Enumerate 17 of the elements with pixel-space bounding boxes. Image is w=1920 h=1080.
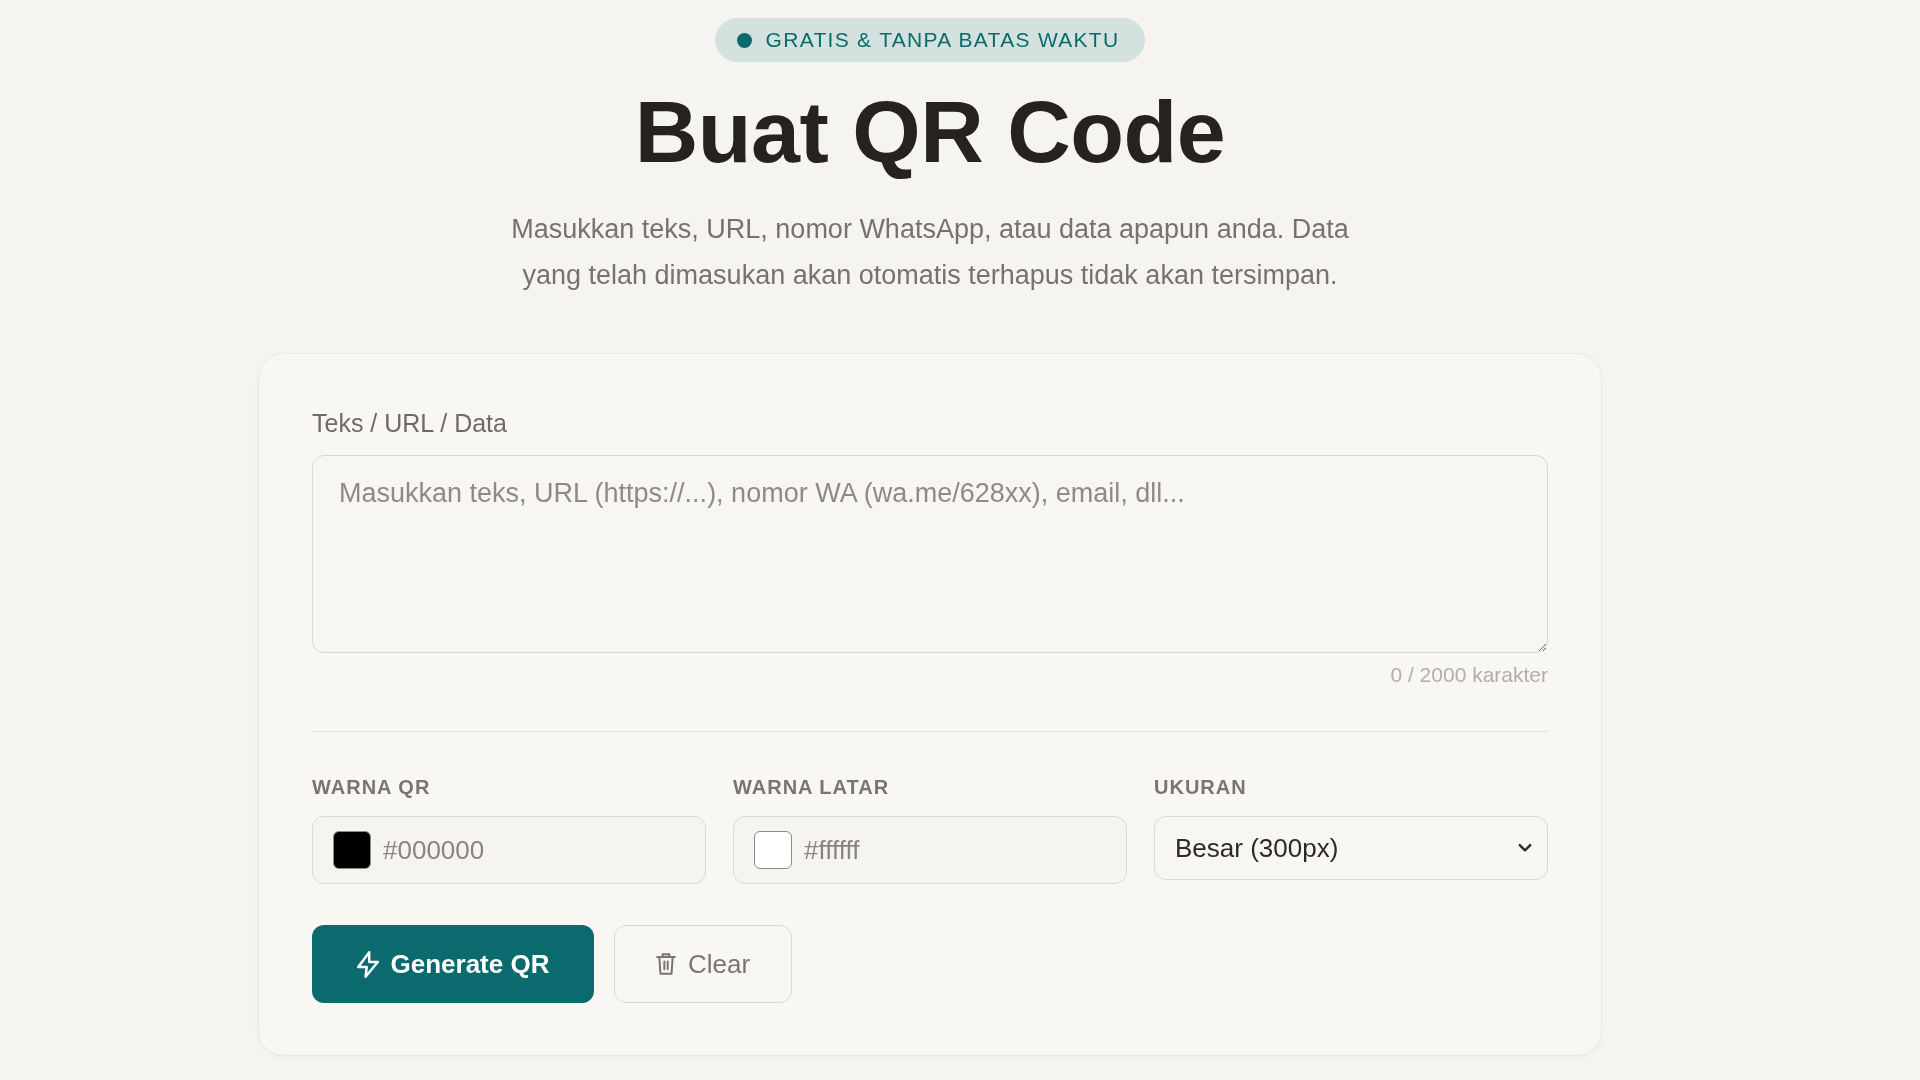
dot-icon: [736, 32, 752, 48]
page-description: Masukkan teks, URL, nomor WhatsApp, atau data apapun anda. Data yang telah dimasukan akan otomatis terhapus tidak akan tersimpan.: [510, 213, 1350, 292]
chevron-icon: [1518, 843, 1532, 853]
color-input[interactable]: #ffffff: [733, 816, 1127, 884]
badge-text: GRATIS & TANPA BATAS WAKTU: [765, 28, 1120, 52]
text-input-field[interactable]: Masukkan teks, URL (https://...), nomor WA (wa.me/628xx), email, dll...: [312, 455, 1548, 653]
option-label: WARNA QR: [312, 775, 431, 800]
generate-button[interactable]: Generate QR: [312, 925, 594, 1003]
character-counter: 0 / 2000 karakter: [1390, 662, 1548, 688]
field-label: Teks / URL / Data: [312, 408, 507, 438]
trash-icon: [655, 953, 676, 975]
option-label: WARNA LATAR: [733, 775, 890, 800]
color-input[interactable]: #000000: [312, 816, 706, 884]
lightning-icon: [356, 950, 379, 978]
option-label: UKURAN: [1154, 775, 1247, 800]
size-select[interactable]: Besar (300px): [1154, 816, 1548, 880]
clear-button[interactable]: Clear: [614, 925, 792, 1003]
